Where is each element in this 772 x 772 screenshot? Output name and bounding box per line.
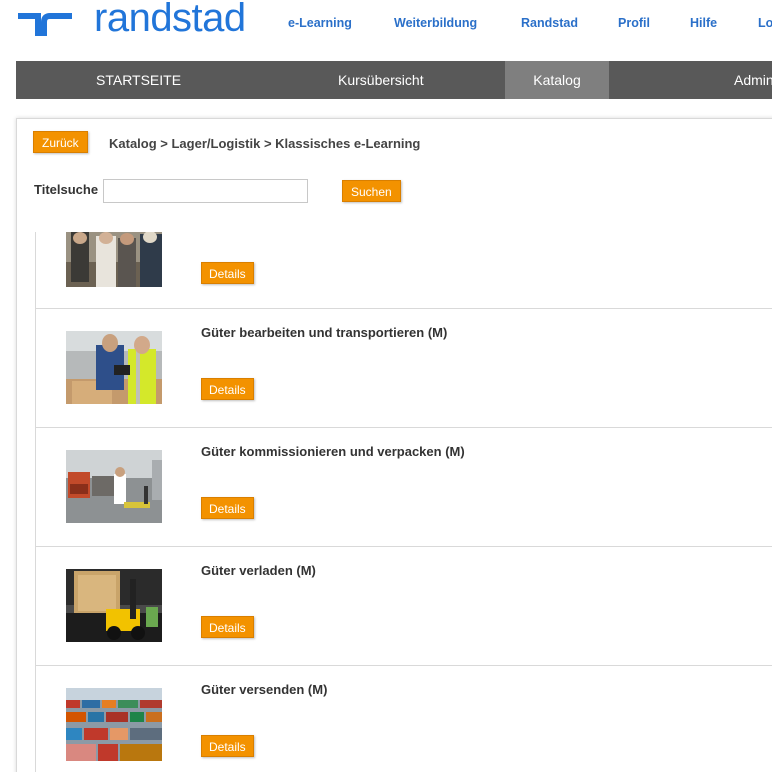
nav-administration[interactable]: Administ — [734, 61, 772, 99]
search-input[interactable] — [103, 179, 308, 203]
course-item: Güter versenden (M) Details — [36, 666, 772, 772]
course-item: Güter kommissionieren und verpacken (M) … — [36, 428, 772, 547]
course-item: Details — [36, 232, 772, 309]
logo-text: randstad — [94, 0, 246, 40]
course-list: Details Güter bearbeiten und transportie… — [35, 232, 772, 772]
course-item: Güter verladen (M) Details — [36, 547, 772, 666]
top-link-hilfe[interactable]: Hilfe — [690, 16, 717, 30]
main-nav: STARTSEITE Kursübersicht Katalog Adminis… — [16, 61, 772, 99]
search-button[interactable]: Suchen — [342, 180, 401, 202]
breadcrumb: Katalog > Lager/Logistik > Klassisches e… — [109, 136, 421, 151]
course-title: Güter kommissionieren und verpacken (M) — [201, 444, 465, 459]
randstad-logo[interactable]: randstad — [16, 0, 246, 44]
details-button[interactable]: Details — [201, 735, 254, 757]
top-link-randstad[interactable]: Randstad — [521, 16, 578, 30]
search-label: Titelsuche — [34, 182, 99, 197]
course-image-forklift[interactable] — [66, 569, 162, 642]
top-link-weiterbildung[interactable]: Weiterbildung — [394, 16, 477, 30]
top-link-profil[interactable]: Profil — [618, 16, 650, 30]
course-title: Güter verladen (M) — [201, 563, 316, 578]
course-item: Güter bearbeiten und transportieren (M) … — [36, 309, 772, 428]
top-link-elearning[interactable]: e-Learning — [288, 16, 352, 30]
back-button[interactable]: Zurück — [33, 131, 88, 153]
nav-kursuebersicht[interactable]: Kursübersicht — [338, 61, 424, 99]
details-button[interactable]: Details — [201, 497, 254, 519]
top-link-logout[interactable]: Lo — [758, 16, 772, 30]
content-panel: Zurück Katalog > Lager/Logistik > Klassi… — [16, 118, 772, 772]
details-button[interactable]: Details — [201, 262, 254, 284]
details-button[interactable]: Details — [201, 378, 254, 400]
course-title: Güter versenden (M) — [201, 682, 328, 697]
randstad-logo-icon — [18, 13, 72, 36]
nav-startseite[interactable]: STARTSEITE — [96, 61, 181, 99]
nav-katalog[interactable]: Katalog — [505, 61, 609, 99]
course-image-warehouse-workers[interactable] — [66, 331, 162, 404]
course-title: Güter bearbeiten und transportieren (M) — [201, 325, 448, 340]
course-image-workers[interactable] — [66, 232, 162, 287]
header: randstad e-Learning Weiterbildung Randst… — [0, 0, 772, 60]
course-image-pallet-jack[interactable] — [66, 450, 162, 523]
course-image-containers[interactable] — [66, 688, 162, 761]
details-button[interactable]: Details — [201, 616, 254, 638]
